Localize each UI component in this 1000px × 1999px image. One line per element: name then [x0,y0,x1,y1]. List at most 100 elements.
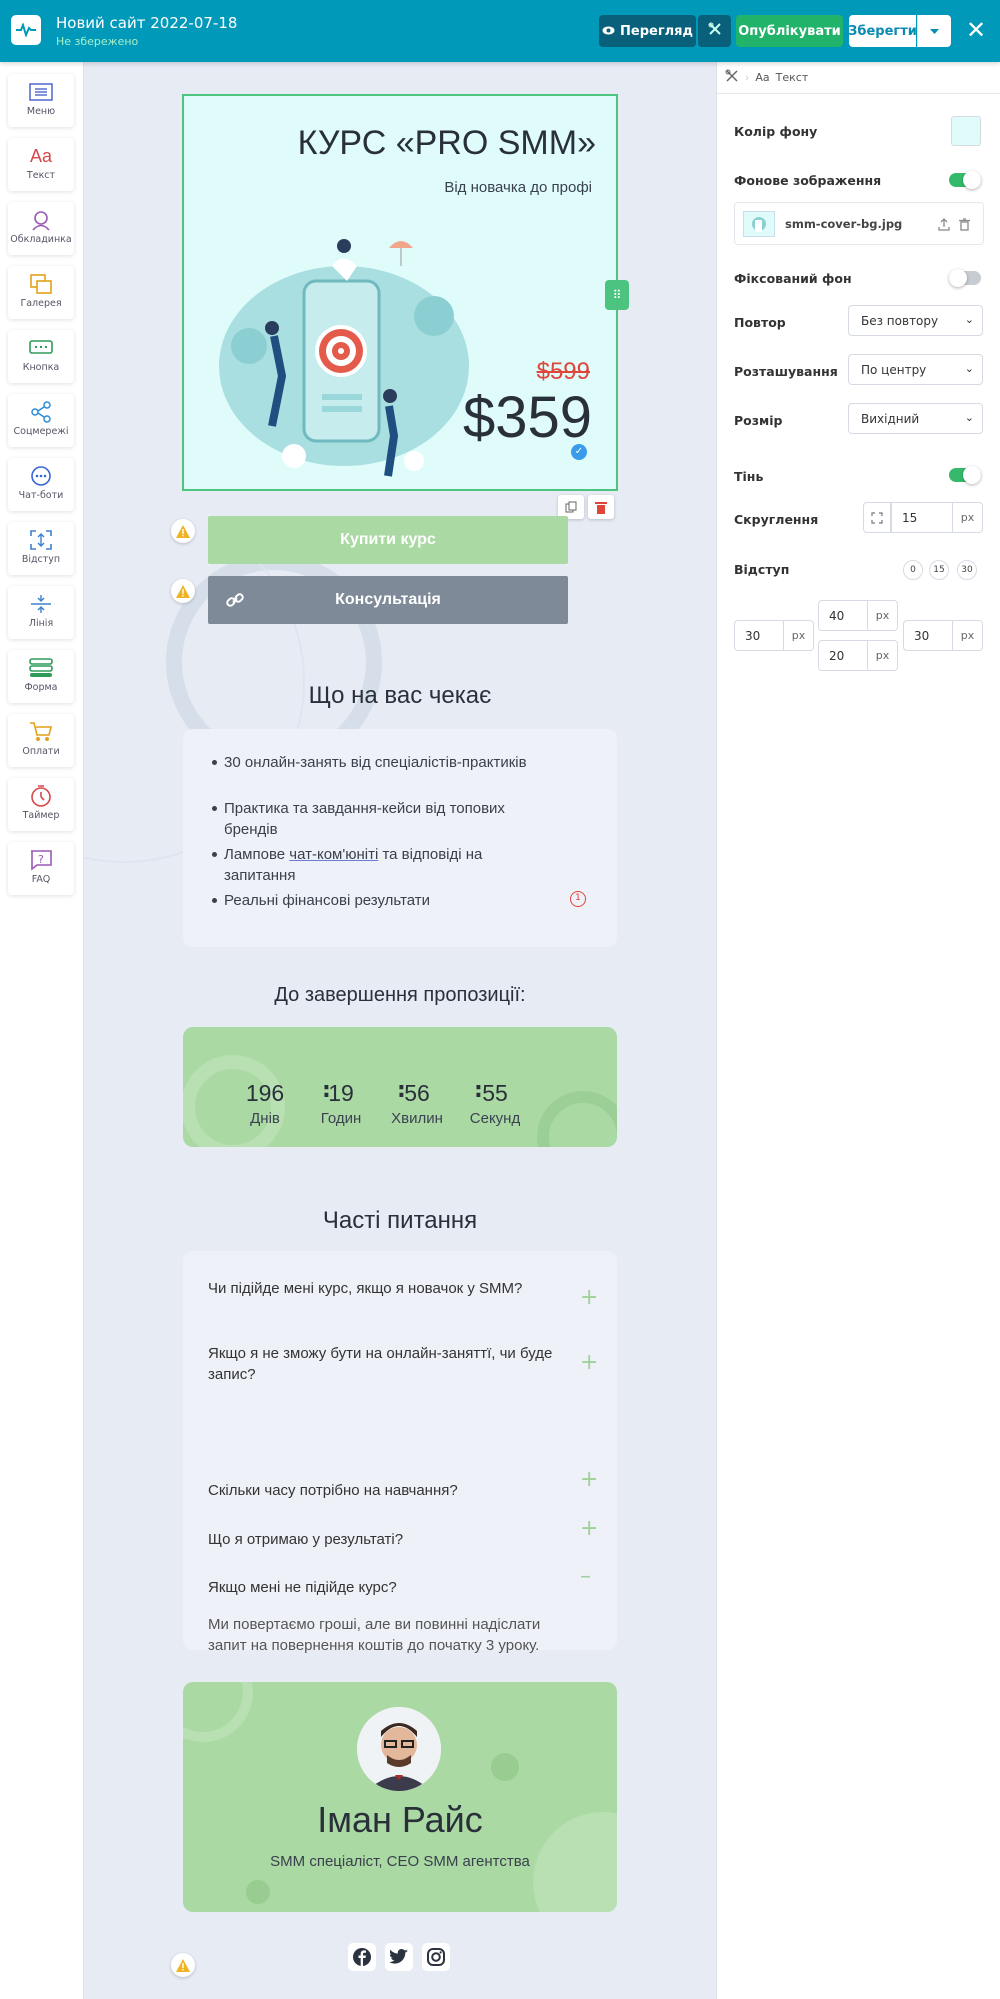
countdown-days: 196 [245,1080,285,1106]
cover-block[interactable]: КУРС «PRO SMM» Від новачка до профі $599… [182,94,618,491]
padding-preset[interactable]: 0 [903,560,923,580]
sidebar-item-spacing[interactable]: Відступ [8,522,74,575]
faq-question[interactable]: Що я отримаю у результаті? [208,1529,568,1550]
faq-icon: ? [8,842,74,872]
sidebar-item-label: Лінія [28,618,54,629]
text-icon: Aa [29,145,53,166]
breadcrumb-item[interactable]: Текст [776,71,809,84]
bg-image-toggle[interactable] [949,171,981,189]
size-label: Розмір [734,413,783,428]
list-item: Практика та завдання-кейси від топових б… [212,798,554,840]
radius-corners-icon[interactable] [863,502,891,533]
fixed-bg-toggle[interactable] [949,269,981,287]
list-item: Реальні фінансові результати [212,890,554,911]
sidebar-item-social[interactable]: Соцмережі [8,394,74,447]
plus-icon[interactable]: + [580,1516,598,1541]
chevron-down-icon [930,24,939,39]
breadcrumb: › Aa Текст [717,62,1000,94]
chat-icon [8,458,74,488]
faq-question[interactable]: Якщо мені не підійде курс? [208,1577,568,1598]
delete-icon[interactable] [588,495,614,519]
cover-subtitle: Від новачка до профі [444,179,592,196]
position-label: Розташування [734,364,838,379]
timer-icon [8,778,74,808]
tools-button[interactable] [698,15,731,47]
sidebar-item-label: Галерея [20,298,62,309]
padding-right-input[interactable]: 30 px [903,620,983,651]
buy-course-button[interactable]: Купити курс [208,516,568,564]
facebook-icon[interactable] [348,1943,376,1971]
old-price: $599 [536,358,590,385]
padding-left-input[interactable]: 30 px [734,620,814,651]
bg-color-swatch[interactable] [951,116,981,146]
drag-handle-icon[interactable]: ⠿ [605,280,629,310]
repeat-select[interactable]: Без повтору ⌄ [848,305,983,336]
warning-icon[interactable] [171,1953,195,1977]
section-heading: Що на вас чекає [308,682,492,709]
sidebar-item-faq[interactable]: ? FAQ [8,842,74,895]
sidebar-item-payments[interactable]: Оплати [8,714,74,767]
plus-icon[interactable]: + [580,1467,598,1492]
close-icon[interactable]: ✕ [963,17,989,43]
faq-question[interactable]: Скільки часу потрібно на навчання? [208,1480,568,1501]
preview-button[interactable]: Перегляд [599,15,696,47]
repeat-label: Повтор [734,315,786,330]
padding-unit: px [783,621,813,650]
save-button[interactable]: Зберегти [848,15,917,47]
image-thumbnail [743,211,775,237]
padding-top-value: 40 [829,608,845,623]
twitter-icon[interactable] [385,1943,413,1971]
size-select[interactable]: Вихідний ⌄ [848,403,983,434]
site-title[interactable]: Новий сайт 2022-07-18 [56,14,237,32]
plus-icon[interactable]: + [580,1350,598,1375]
pulse-logo-icon[interactable] [11,15,41,45]
image-filename: smm-cover-bg.jpg [785,217,903,231]
faq-question[interactable]: Якщо я не зможу бути на онлайн-заняттї, … [208,1343,568,1385]
sidebar-item-form[interactable]: Форма [8,650,74,703]
countdown-label: Секунд [469,1110,521,1127]
preview-label: Перегляд [620,23,693,39]
spacing-icon [8,522,74,552]
sidebar-item-label: Чат-боти [18,490,64,501]
radius-input[interactable]: 15 px [891,502,983,533]
padding-bottom-input[interactable]: 20 px [818,640,898,671]
sidebar-item-label: Обкладинка [10,234,72,245]
padding-top-input[interactable]: 40 px [818,600,898,631]
padding-unit: px [867,641,897,670]
upload-icon[interactable] [938,216,950,235]
author-role: SMM спеціаліст, CEO SMM агентства [270,1853,530,1870]
sidebar-item-cover[interactable]: Обкладинка [8,202,74,255]
padding-preset[interactable]: 15 [929,560,949,580]
padding-preset[interactable]: 30 [957,560,977,580]
button-icon [8,330,74,360]
faq-question[interactable]: Чи підійде мені курс, якщо я новачок у S… [208,1278,568,1299]
sidebar-item-divider[interactable]: Лінія [8,586,74,639]
bg-image-file[interactable]: smm-cover-bg.jpg [734,202,984,245]
menu-icon [8,74,74,104]
trash-icon[interactable] [959,216,970,235]
sidebar-item-button[interactable]: Кнопка [8,330,74,383]
author-name: Іман Райс [317,1799,483,1840]
gallery-icon [8,266,74,296]
tools-icon[interactable] [725,69,739,86]
consultation-button[interactable]: Консультація [208,576,568,624]
error-badge[interactable]: 1 [570,891,586,907]
sidebar-item-timer[interactable]: Таймер [8,778,74,831]
minus-icon[interactable]: – [580,1564,591,1589]
save-dropdown-button[interactable] [917,15,951,47]
instagram-icon[interactable] [422,1943,450,1971]
fixed-bg-label: Фіксований фон [734,271,852,286]
sidebar-item-gallery[interactable]: Галерея [8,266,74,319]
sidebar-item-text[interactable]: Aa Текст [8,138,74,191]
sidebar-item-chatbots[interactable]: Чат-боти [8,458,74,511]
shadow-toggle[interactable] [949,466,981,484]
warning-icon[interactable] [171,519,195,543]
plus-icon[interactable]: + [580,1285,598,1310]
sidebar-item-label: FAQ [31,874,51,885]
position-select[interactable]: По центру ⌄ [848,354,983,385]
warning-icon[interactable] [171,579,195,603]
radius-value: 15 [902,510,918,525]
publish-button[interactable]: Опублікувати [736,15,843,47]
list-item: Лампове чат-ком'юніті та відповіді на за… [212,844,554,886]
sidebar-item-menu[interactable]: Меню [8,74,74,127]
